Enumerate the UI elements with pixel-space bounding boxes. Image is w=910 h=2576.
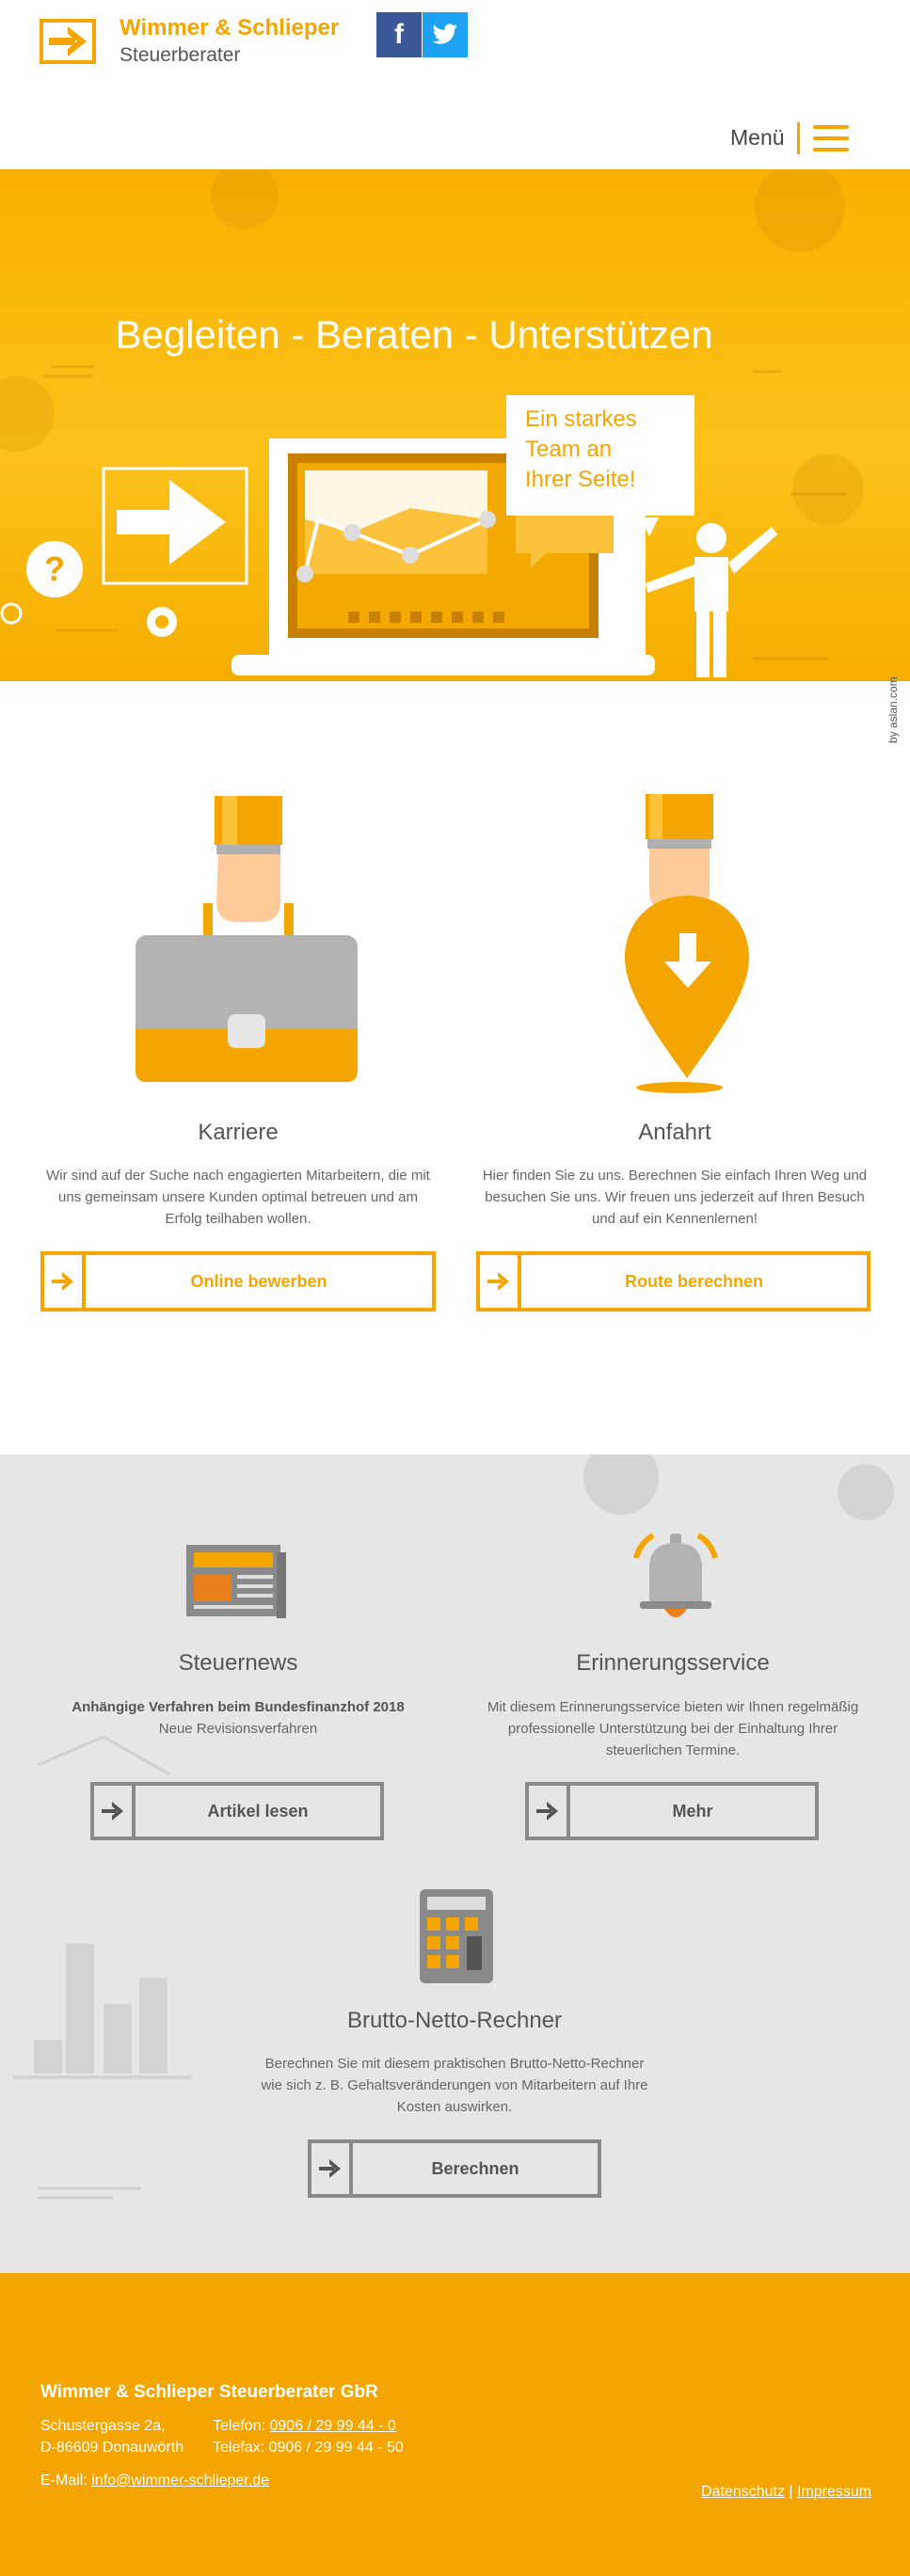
footer-email-link[interactable]: info@wimmer-schlieper.de bbox=[91, 2473, 269, 2489]
footer-phone-row: Telefon: 0906 / 29 99 44 - 0 bbox=[213, 2418, 396, 2435]
steuernews-headline[interactable]: Anhängige Verfahren beim Bundesfinanzhof… bbox=[41, 1696, 435, 1718]
footer-fax: 0906 / 29 99 44 - 50 bbox=[268, 2440, 404, 2456]
brutto-netto-rechner-text: Berechnen Sie mit diesem praktischen Bru… bbox=[261, 2056, 648, 2115]
erinnerungsservice-text: Mit diesem Erinnerungsservice bieten wir… bbox=[487, 1699, 859, 1758]
hero-banner: ? Begleiten - Beraten - Unterstützen Ein… bbox=[0, 169, 910, 681]
karriere-text: Wir sind auf der Suche nach engagierten … bbox=[46, 1168, 430, 1227]
briefcase-icon bbox=[136, 796, 358, 1082]
mehr-label: Mehr bbox=[672, 1801, 713, 1821]
brand-subtitle: Steuerberater bbox=[120, 44, 241, 66]
twitter-icon bbox=[432, 24, 457, 44]
svg-text:?: ? bbox=[44, 549, 65, 588]
arrow-right-icon bbox=[311, 2143, 353, 2194]
arrow-right-icon bbox=[94, 1786, 136, 1837]
footer-fax-row: Telefax: 0906 / 29 99 44 - 50 bbox=[213, 2440, 404, 2457]
menu-label[interactable]: Menü bbox=[730, 125, 785, 151]
impressum-link[interactable]: Impressum bbox=[797, 2484, 871, 2500]
arrow-right-icon bbox=[529, 1786, 570, 1837]
bubble-line-2: Team an bbox=[525, 437, 613, 462]
facebook-icon: f bbox=[394, 19, 404, 50]
route-berechnen-label: Route berechnen bbox=[624, 1271, 764, 1291]
footer-phone-link[interactable]: 0906 / 29 99 44 - 0 bbox=[270, 2418, 396, 2434]
footer-street: Schustergasse 2a, bbox=[40, 2418, 166, 2434]
datenschutz-link[interactable]: Datenschutz bbox=[701, 2484, 785, 2500]
arrow-right-icon bbox=[480, 1255, 521, 1308]
brand-name[interactable]: Wimmer & Schlieper bbox=[120, 15, 339, 41]
hero-illustration: ? bbox=[0, 169, 864, 677]
image-credit: by aslan.com bbox=[886, 676, 900, 743]
hamburger-menu-icon[interactable] bbox=[813, 125, 849, 151]
menu-divider bbox=[797, 122, 800, 154]
bubble-line-3: Ihrer Seite! bbox=[525, 467, 636, 492]
calculator-icon bbox=[420, 1889, 493, 1983]
hero-speech-bubble: Ein starkes Team an Ihrer Seite! bbox=[506, 395, 694, 516]
site-header: Wimmer & Schlieper Steuerberater f Menü bbox=[0, 0, 910, 169]
online-bewerben-button[interactable]: Online bewerben bbox=[40, 1251, 436, 1312]
erinnerungsservice-title: Erinnerungsservice bbox=[576, 1650, 770, 1676]
steuernews-title: Steuernews bbox=[178, 1650, 298, 1676]
online-bewerben-label: Online bewerben bbox=[190, 1271, 327, 1291]
footer-company: Wimmer & Schlieper Steuerberater GbR bbox=[40, 2382, 378, 2402]
artikel-lesen-label: Artikel lesen bbox=[207, 1801, 309, 1821]
berechnen-button[interactable]: Berechnen bbox=[308, 2139, 601, 2198]
location-pin-icon bbox=[625, 794, 749, 1093]
facebook-link[interactable]: f bbox=[376, 12, 422, 57]
footer-email-row: E-Mail: info@wimmer-schlieper.de bbox=[40, 2473, 269, 2489]
footer-email-label: E-Mail: bbox=[40, 2473, 88, 2489]
twitter-link[interactable] bbox=[423, 12, 468, 57]
anfahrt-text: Hier finden Sie zu uns. Berechnen Sie ei… bbox=[482, 1168, 868, 1227]
footer-legal-links: Datenschutz | Impressum bbox=[701, 2484, 871, 2501]
artikel-lesen-button[interactable]: Artikel lesen bbox=[90, 1782, 384, 1840]
berechnen-label: Berechnen bbox=[431, 2158, 519, 2178]
footer-link-separator: | bbox=[789, 2484, 793, 2500]
grey-services-section: Steuernews Anhängige Verfahren beim Bund… bbox=[0, 1455, 910, 2273]
hero-headline: Begleiten - Beraten - Unterstützen bbox=[115, 312, 713, 357]
footer-fax-label: Telefax: bbox=[213, 2440, 265, 2456]
brutto-netto-rechner-title: Brutto-Netto-Rechner bbox=[346, 2008, 563, 2033]
bell-icon bbox=[633, 1533, 718, 1617]
logo-arrow-icon[interactable] bbox=[40, 19, 96, 64]
footer-city: D-86609 Donauwörth bbox=[40, 2440, 184, 2456]
steuernews-text: Neue Revisionsverfahren bbox=[158, 1721, 318, 1737]
footer-phone-label: Telefon: bbox=[213, 2418, 266, 2434]
arrow-right-icon bbox=[44, 1255, 86, 1308]
mehr-button[interactable]: Mehr bbox=[525, 1782, 819, 1840]
anfahrt-title: Anfahrt bbox=[638, 1120, 711, 1145]
bubble-line-1: Ein starkes bbox=[525, 406, 637, 432]
newspaper-icon bbox=[186, 1545, 286, 1618]
route-berechnen-button[interactable]: Route berechnen bbox=[476, 1251, 870, 1312]
site-footer: Wimmer & Schlieper Steuerberater GbR Sch… bbox=[0, 2273, 910, 2576]
karriere-title: Karriere bbox=[198, 1120, 279, 1145]
